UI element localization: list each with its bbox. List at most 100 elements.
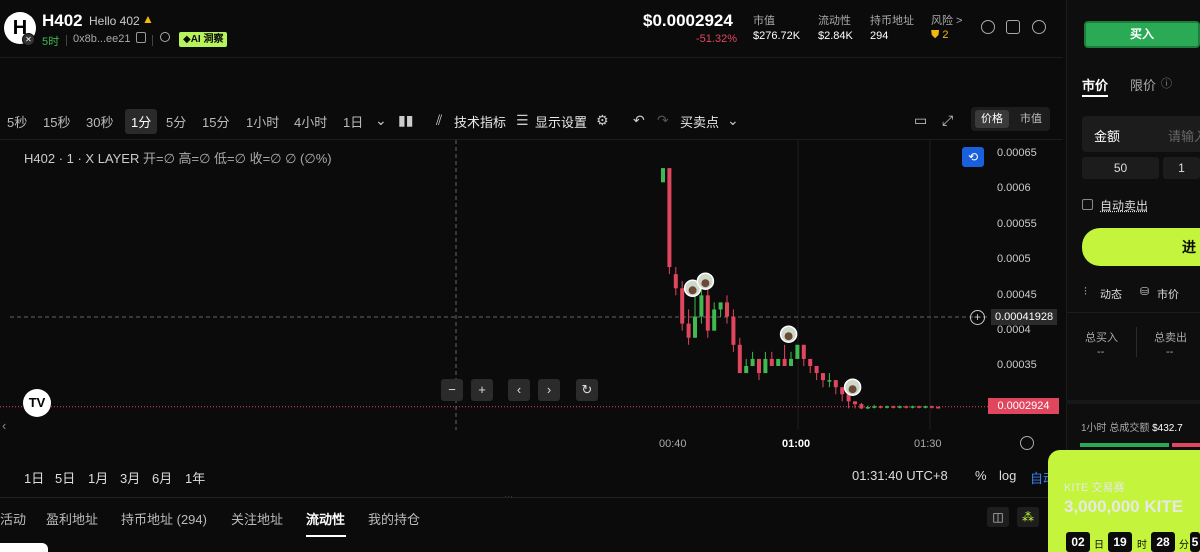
layout-icon[interactable]: ▭ bbox=[914, 112, 927, 129]
tab-market-order[interactable]: 市价 bbox=[1082, 75, 1108, 94]
risk-count[interactable]: ⛊ 2 bbox=[931, 29, 948, 42]
settings-icon[interactable] bbox=[1032, 20, 1046, 34]
chevron-left-icon[interactable]: ‹ bbox=[2, 418, 6, 433]
display-settings-icon[interactable]: ☰ bbox=[516, 112, 529, 129]
panel-layout-icon[interactable]: ◫ bbox=[987, 507, 1009, 527]
candle-body bbox=[750, 358, 755, 366]
bubble-map-icon[interactable]: ⁂ bbox=[1017, 507, 1039, 527]
timeframe-1h[interactable]: 1小时 bbox=[246, 112, 279, 131]
zoom-in-button[interactable]: + bbox=[471, 379, 493, 401]
market-mode-label[interactable]: 市价 bbox=[1157, 286, 1179, 302]
candle-body bbox=[661, 168, 665, 183]
timeframe-30s[interactable]: 30秒 bbox=[86, 112, 113, 131]
copy-icon[interactable] bbox=[136, 32, 146, 43]
add-alert-icon[interactable]: + bbox=[970, 310, 985, 325]
range-1d[interactable]: 1日 bbox=[24, 468, 44, 487]
sync-icon[interactable]: ⟲ bbox=[962, 147, 984, 167]
buy-tab-button[interactable]: 买入 bbox=[1084, 21, 1200, 48]
divider bbox=[152, 35, 153, 46]
range-1y[interactable]: 1年 bbox=[185, 468, 205, 487]
stat-label-risk[interactable]: 风险 > bbox=[931, 12, 962, 28]
trade-points-button[interactable]: 买卖点 bbox=[680, 112, 719, 131]
toggle-mcap[interactable]: 市值 bbox=[1014, 110, 1048, 128]
indicators-button[interactable]: 技术指标 bbox=[454, 112, 506, 131]
candle-type-icon[interactable]: ▮▮ bbox=[398, 112, 413, 129]
auto-sell-checkbox[interactable] bbox=[1082, 199, 1093, 210]
sell-volume-bar bbox=[1172, 443, 1200, 447]
range-5d[interactable]: 5日 bbox=[55, 468, 75, 487]
gear-icon[interactable]: ⚙ bbox=[596, 112, 609, 129]
tab-liquidity[interactable]: 流动性 bbox=[306, 509, 345, 528]
zoom-out-button[interactable]: − bbox=[441, 379, 463, 401]
active-tab-indicator bbox=[1082, 95, 1108, 97]
alert-bell-icon[interactable] bbox=[981, 20, 995, 34]
redo-icon[interactable]: ↷ bbox=[657, 112, 669, 129]
y-tick: 0.00035 bbox=[997, 359, 1037, 371]
timeframe-1m[interactable]: 1分 bbox=[125, 109, 158, 134]
candle-body bbox=[885, 406, 889, 408]
timeframe-5s[interactable]: 5秒 bbox=[7, 112, 27, 131]
range-3m[interactable]: 3月 bbox=[120, 468, 140, 487]
stat-label-holders: 持币地址 bbox=[870, 15, 914, 27]
share-icon[interactable] bbox=[1006, 20, 1020, 34]
candle-body bbox=[776, 358, 781, 366]
timeframe-15s[interactable]: 15秒 bbox=[43, 112, 70, 131]
search-icon[interactable] bbox=[160, 32, 170, 42]
volume-stat: 1小时 总成交额 $432.7 bbox=[1081, 419, 1200, 434]
warning-icon[interactable]: ▲ bbox=[142, 12, 154, 26]
auto-sell-label[interactable]: 自动卖出 bbox=[1100, 197, 1148, 214]
range-6m[interactable]: 6月 bbox=[152, 468, 172, 487]
chevron-down-icon[interactable]: ⌄ bbox=[375, 112, 387, 129]
candle-body bbox=[712, 309, 717, 331]
percent-scale-button[interactable]: % bbox=[975, 468, 987, 483]
undo-icon[interactable]: ↶ bbox=[633, 112, 645, 129]
tab-my-positions[interactable]: 我的持仓 bbox=[368, 509, 420, 528]
contract-address[interactable]: 0x8b...ee21 bbox=[73, 33, 131, 45]
scroll-left-button[interactable]: ‹ bbox=[508, 379, 530, 401]
dynamic-icon[interactable]: ⫶ bbox=[1084, 286, 1087, 299]
tab-holders[interactable]: 持币地址 (294) bbox=[121, 509, 207, 528]
confirm-buy-button[interactable]: 进 bbox=[1082, 228, 1200, 266]
tab-watch-addresses[interactable]: 关注地址 bbox=[231, 509, 283, 528]
tab-profit-addresses[interactable]: 盈利地址 bbox=[46, 509, 98, 528]
candle-body bbox=[769, 358, 774, 366]
timeframe-5m[interactable]: 5分 bbox=[166, 112, 186, 131]
reset-chart-button[interactable]: ↻ bbox=[576, 379, 598, 401]
indicators-icon[interactable]: ⫽ bbox=[436, 112, 442, 129]
candle-body bbox=[853, 401, 857, 405]
display-settings-button[interactable]: 显示设置 bbox=[535, 112, 587, 131]
x-tick: 01:30 bbox=[914, 438, 942, 450]
candlestick-chart[interactable] bbox=[0, 140, 1063, 440]
fullscreen-icon[interactable]: ⤢ bbox=[942, 112, 953, 129]
chart-settings-icon[interactable] bbox=[1020, 436, 1034, 450]
scroll-right-button[interactable]: › bbox=[538, 379, 560, 401]
timeframe-1d[interactable]: 1日 bbox=[343, 112, 363, 131]
countdown-unit: 时 bbox=[1137, 540, 1147, 551]
chevron-down-icon[interactable]: ⌄ bbox=[727, 112, 739, 129]
toggle-price[interactable]: 价格 bbox=[975, 110, 1009, 128]
candle-body bbox=[718, 302, 723, 310]
divider bbox=[66, 35, 67, 46]
timeframe-4h[interactable]: 4小时 bbox=[294, 112, 327, 131]
amount-chip-50[interactable]: 50 bbox=[1082, 157, 1159, 179]
tab-limit-order[interactable]: 限价 bbox=[1130, 75, 1156, 94]
chain-badge-icon: ✕ bbox=[22, 33, 35, 46]
candle-body bbox=[840, 387, 845, 395]
candle-body bbox=[891, 406, 896, 408]
promo-title: KITE 交易赛 bbox=[1064, 482, 1125, 494]
ai-insight-badge[interactable]: ◆AI 洞察 bbox=[179, 32, 228, 47]
tab-activity[interactable]: 活动 bbox=[0, 509, 26, 528]
timeframe-15m[interactable]: 15分 bbox=[202, 112, 229, 131]
candle-body bbox=[872, 406, 877, 408]
range-1m[interactable]: 1月 bbox=[88, 468, 108, 487]
dynamic-label[interactable]: 动态 bbox=[1100, 286, 1122, 302]
log-scale-button[interactable]: log bbox=[999, 468, 1016, 483]
volume-label: 1小时 总成交额 bbox=[1081, 423, 1150, 434]
amount-chip-1[interactable]: 1 bbox=[1163, 157, 1200, 179]
info-icon[interactable]: ⓘ bbox=[1161, 75, 1172, 91]
chart-clock[interactable]: 01:31:40 UTC+8 bbox=[852, 468, 948, 483]
tradingview-logo[interactable]: TV bbox=[23, 389, 51, 417]
market-icon[interactable]: ⛁ bbox=[1140, 285, 1149, 298]
candle-body bbox=[827, 380, 832, 382]
volume-value: $432.7 bbox=[1152, 423, 1183, 434]
